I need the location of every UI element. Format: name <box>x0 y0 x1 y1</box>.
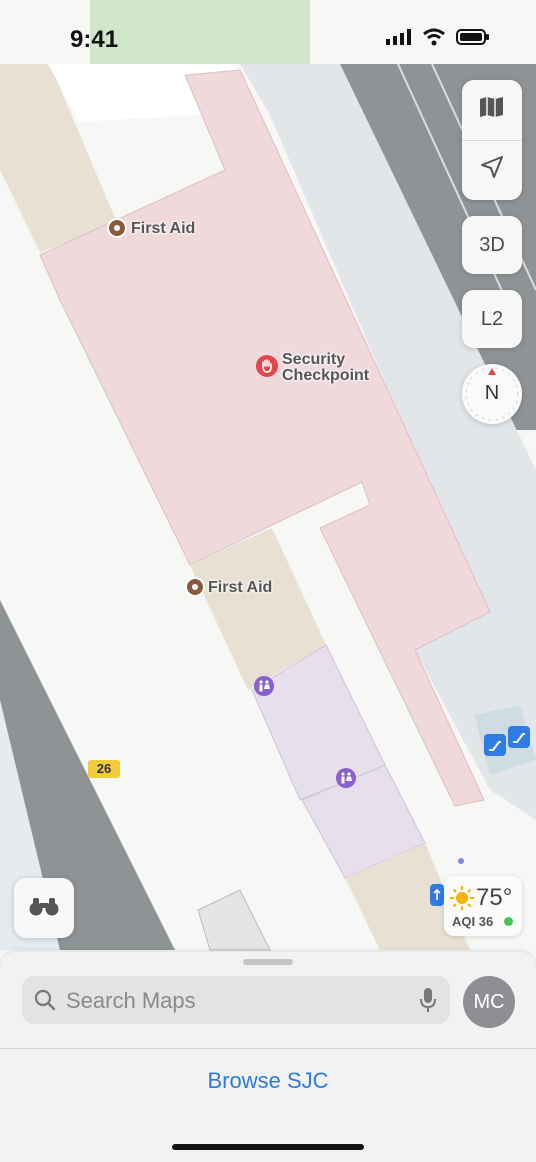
first-aid-label-upper[interactable]: First Aid <box>131 221 195 237</box>
level-button[interactable]: L2 <box>462 290 522 348</box>
restroom-icon-2[interactable] <box>336 768 356 788</box>
first-aid-pin-icon[interactable] <box>107 218 127 238</box>
map-mode-button[interactable] <box>462 80 522 140</box>
escalator-icon-2[interactable] <box>508 726 530 748</box>
compass-label: N <box>484 382 500 404</box>
status-time: 9:41 <box>70 26 119 53</box>
temperature: 75° <box>476 884 513 911</box>
security-checkpoint-pin-icon[interactable] <box>256 355 278 377</box>
map-icon <box>479 96 505 124</box>
gate-badge[interactable]: 26 <box>88 760 120 778</box>
sun-icon <box>450 886 474 915</box>
browse-airport-link[interactable]: Browse SJC <box>0 1068 536 1094</box>
first-aid-label-lower[interactable]: First Aid <box>208 580 272 596</box>
view-3d-button[interactable]: 3D <box>462 216 522 274</box>
status-icons <box>386 28 490 51</box>
status-bar: 9:41 <box>0 0 536 72</box>
sheet-divider <box>0 1048 536 1049</box>
aqi-value: AQI 36 <box>452 914 494 929</box>
locate-button[interactable] <box>462 139 522 201</box>
first-aid-pin-icon-lower[interactable] <box>185 577 205 597</box>
restroom-icon[interactable] <box>254 676 274 696</box>
weather-widget[interactable]: 75° AQI 36 <box>444 876 522 936</box>
location-arrow-icon <box>480 155 504 185</box>
security-label-line1: Security <box>282 351 346 368</box>
look-around-button[interactable] <box>14 878 74 938</box>
wifi-icon <box>422 28 446 51</box>
aqi-status-dot <box>504 917 513 926</box>
microphone-icon[interactable] <box>420 988 436 1019</box>
compass[interactable]: N <box>462 364 522 424</box>
escalator-icon[interactable] <box>484 734 506 756</box>
location-dot <box>458 858 464 864</box>
home-indicator[interactable] <box>172 1144 364 1150</box>
hand-icon <box>262 359 272 373</box>
security-checkpoint-label[interactable]: Security Checkpoint <box>282 352 369 384</box>
elevator-icon[interactable] <box>430 884 444 906</box>
security-label-line2: Checkpoint <box>282 367 370 384</box>
sheet-grabber[interactable] <box>243 959 293 965</box>
battery-icon <box>456 29 490 50</box>
binoculars-icon <box>28 894 60 923</box>
search-input[interactable] <box>64 976 408 1026</box>
bottom-sheet[interactable]: MC Browse SJC <box>0 952 536 1162</box>
search-icon <box>34 989 56 1016</box>
search-bar[interactable] <box>22 976 450 1026</box>
map-controls <box>462 80 522 200</box>
signal-icon <box>386 29 412 50</box>
avatar[interactable]: MC <box>463 976 515 1028</box>
